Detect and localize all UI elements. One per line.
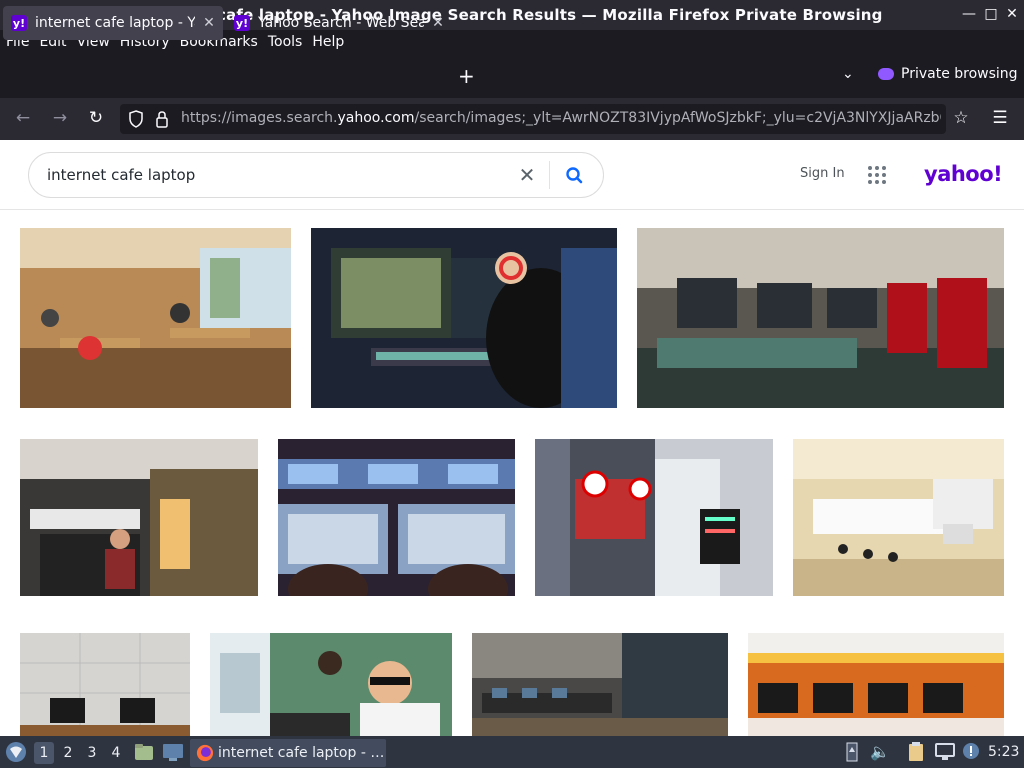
result-image-11[interactable] (748, 633, 1004, 736)
result-image-3[interactable] (637, 228, 1004, 408)
search-divider (549, 161, 550, 189)
forward-icon[interactable]: → (49, 108, 71, 128)
red-chairs-cafe-image (637, 228, 1004, 408)
address-prefix: https://images.search. (181, 110, 338, 126)
result-image-2[interactable] (311, 228, 617, 408)
bookmark-star-icon[interactable]: ☆ (950, 108, 972, 128)
clipboard-icon[interactable] (906, 741, 928, 763)
search-box: ✕ (28, 152, 604, 198)
apps-grid-icon[interactable] (868, 166, 886, 184)
result-image-6[interactable] (535, 439, 773, 596)
tab-label: Yahoo Search - Web Search (258, 15, 424, 31)
clear-search-icon[interactable]: ✕ (515, 163, 539, 187)
maximize-icon[interactable]: □ (982, 6, 1000, 22)
minimize-icon[interactable]: — (960, 6, 978, 22)
reload-icon[interactable]: ↻ (85, 108, 107, 128)
desktop-icon[interactable] (162, 742, 184, 762)
firefox-icon (196, 744, 214, 762)
result-image-10[interactable] (472, 633, 728, 736)
girl-gaming-image (311, 228, 617, 408)
scroll-indicator-icon[interactable] (846, 742, 858, 762)
private-mask-icon (878, 68, 894, 80)
result-image-4[interactable] (20, 439, 258, 596)
result-image-5[interactable] (278, 439, 515, 596)
gaming-monitors-image (278, 439, 515, 596)
taskbar-firefox-task[interactable]: internet cafe laptop - … (190, 739, 386, 767)
clock: 5:23 (988, 744, 1020, 760)
empty-computer-hall-image (793, 439, 1004, 596)
page-content: ✕ Sign In yahoo! (0, 140, 1024, 736)
workspace-2[interactable]: 2 (58, 742, 78, 764)
result-image-8[interactable] (20, 633, 190, 736)
man-sunglasses-image (210, 633, 452, 736)
taskbar-task-label: internet cafe laptop - … (218, 745, 385, 761)
shield-icon[interactable] (128, 110, 144, 128)
network-icon[interactable] (934, 742, 956, 762)
workspace-4[interactable]: 4 (106, 742, 126, 764)
address-domain: yahoo.com (337, 110, 415, 126)
result-image-9[interactable] (210, 633, 452, 736)
cafe-corridor-image (20, 439, 258, 596)
private-browsing-label: Private browsing (901, 66, 1018, 82)
pc-cafe-entrance-image (535, 439, 773, 596)
address-text[interactable]: https://images.search.yahoo.com/search/i… (181, 110, 941, 126)
search-icon[interactable] (561, 162, 589, 190)
tab-bar (0, 54, 1024, 98)
result-image-1[interactable] (20, 228, 291, 408)
taskbar: 1 2 3 4 internet cafe laptop - … 🔈 5:23 (0, 736, 1024, 768)
address-suffix: /search/images;_ylt=AwrNOZT83IVjypAfWoSJ… (414, 110, 941, 126)
yahoo-favicon-icon: y! (234, 15, 250, 31)
tab-image-search[interactable]: y! internet cafe laptop - Yahoo Image Se… (3, 6, 223, 40)
computers-on-desks-image (20, 633, 190, 736)
yahoo-favicon-icon: y! (11, 15, 27, 31)
yahoo-logo[interactable]: yahoo! (924, 162, 1003, 186)
back-icon[interactable]: ← (12, 108, 34, 128)
large-cafe-hall-image (472, 633, 728, 736)
new-tab-icon[interactable]: + (458, 64, 475, 88)
tab-label: internet cafe laptop - Yahoo Image Searc… (35, 15, 195, 31)
result-image-7[interactable] (793, 439, 1004, 596)
private-browsing-indicator: Private browsing (878, 66, 1018, 82)
close-icon[interactable]: ✕ (1003, 6, 1021, 22)
tab-close-icon[interactable]: ✕ (430, 15, 446, 31)
tab-web-search[interactable]: y! Yahoo Search - Web Search ✕ (226, 6, 452, 40)
sign-in-link[interactable]: Sign In (800, 166, 845, 181)
tab-list-chevron-icon[interactable]: ⌄ (842, 66, 854, 82)
workspace-3[interactable]: 3 (82, 742, 102, 764)
cafe-interior-image (20, 228, 291, 408)
yahoo-header: ✕ Sign In yahoo! (0, 140, 1024, 210)
search-input[interactable] (47, 163, 507, 187)
notification-icon[interactable] (960, 741, 982, 763)
app-menu-icon[interactable]: ☰ (989, 108, 1011, 128)
file-manager-icon[interactable] (134, 742, 154, 762)
tab-close-icon[interactable]: ✕ (201, 15, 217, 31)
workspace-1[interactable]: 1 (34, 742, 54, 764)
volume-icon[interactable]: 🔈 (870, 742, 890, 761)
lock-icon[interactable] (155, 110, 169, 128)
orange-gaming-booths-image (748, 633, 1004, 736)
start-menu-icon[interactable] (5, 741, 27, 763)
